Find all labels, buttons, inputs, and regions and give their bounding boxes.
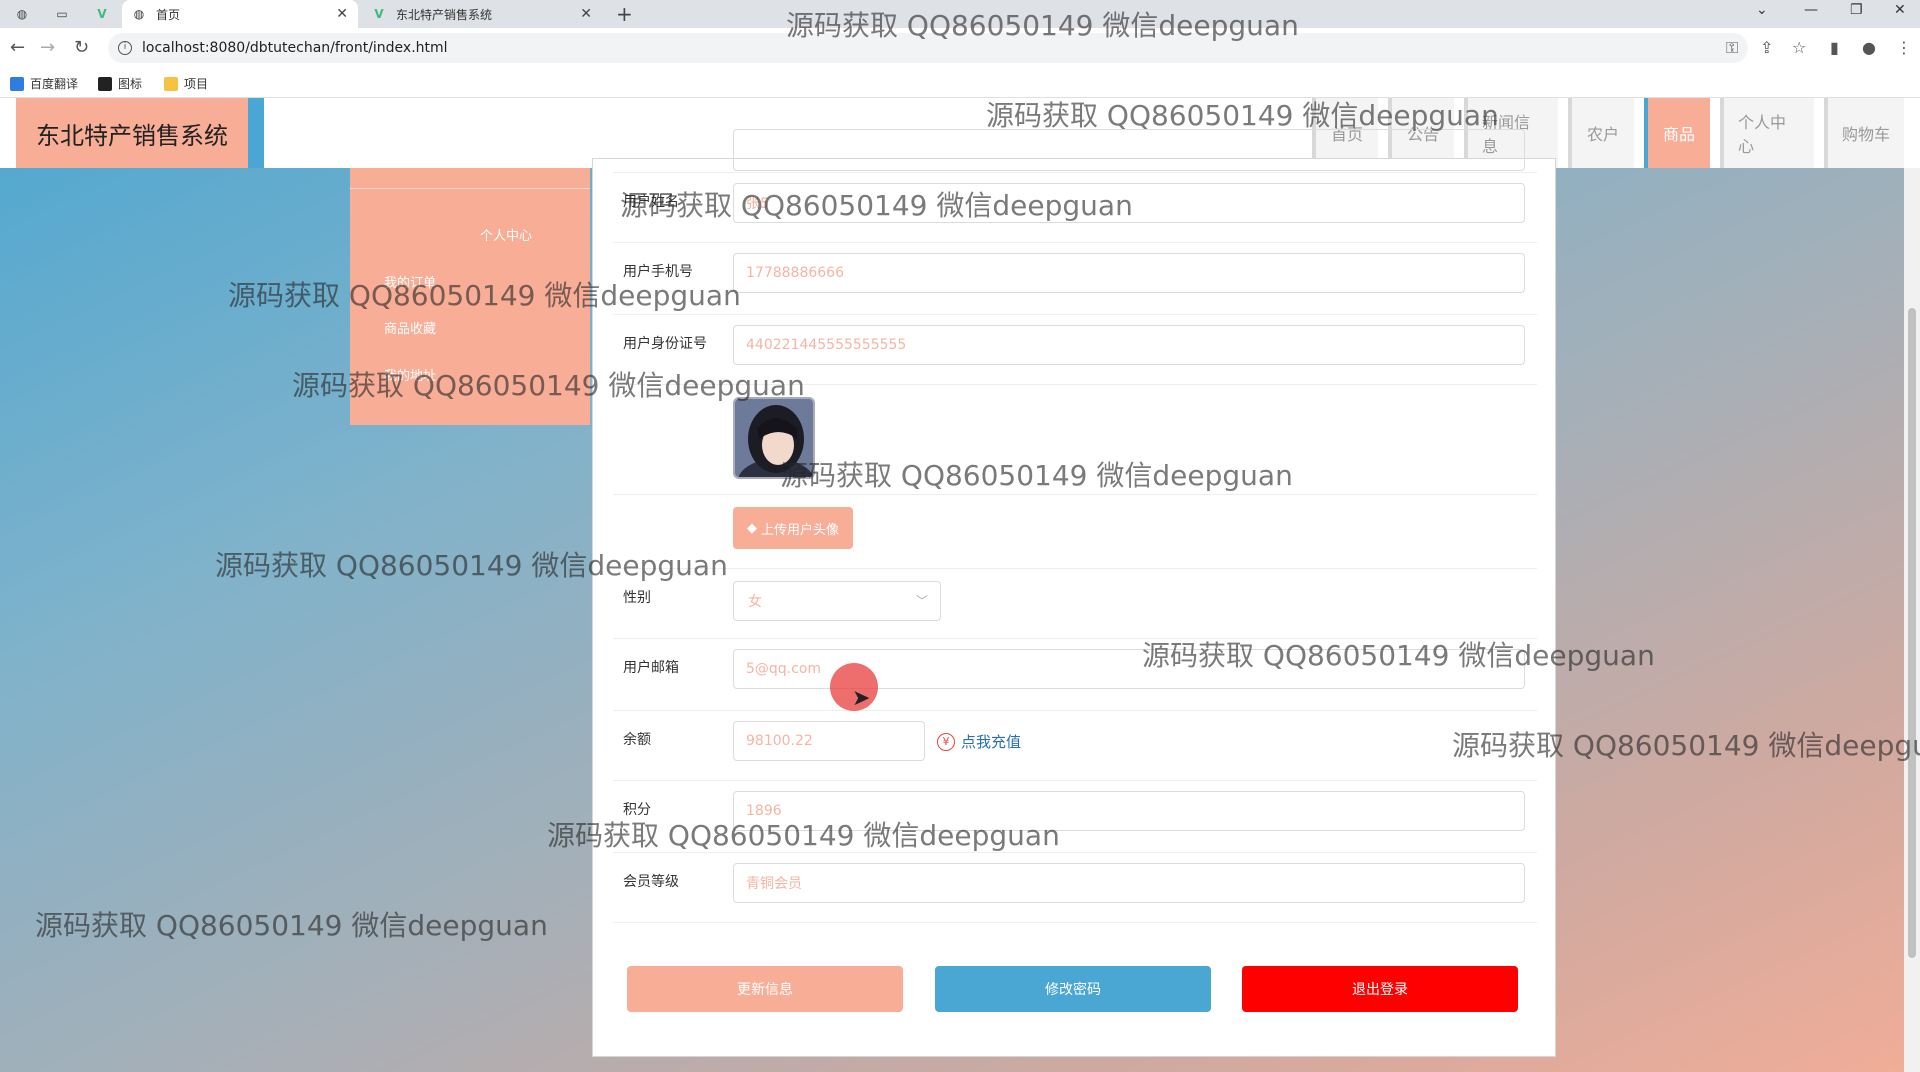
form-row-top	[613, 129, 1537, 173]
bookmark-project[interactable]: 项目	[164, 75, 208, 92]
close-window-button[interactable]: ✕	[1894, 2, 1906, 18]
balance-label: 余额	[623, 732, 651, 748]
form-row-avatar	[613, 385, 1537, 495]
cursor-icon: ➤	[852, 686, 871, 711]
sidebar-item-profile[interactable]: 个人中心	[386, 225, 626, 244]
tab-home[interactable]: ◍ 首页 ✕	[122, 0, 358, 28]
avatar[interactable]	[733, 397, 815, 479]
nav-cart[interactable]: 购物车	[1824, 98, 1904, 168]
site-logo[interactable]: 东北特产销售系统	[16, 98, 248, 168]
sidebar-menu: 个人中心 我的订单 商品收藏 我的地址	[350, 168, 590, 425]
profile-form-panel: 用户姓名 张5 用户手机号 17788886666 用户身份证号 4402214…	[592, 129, 1556, 1057]
globe-icon: ◍	[133, 7, 145, 21]
folder-icon	[164, 76, 178, 91]
bookmark-label: 百度翻译	[30, 77, 79, 91]
tab-title: 首页	[156, 7, 181, 22]
minimize-button[interactable]: —	[1804, 2, 1818, 18]
url-text: localhost:8080/dbtutechan/front/index.ht…	[142, 40, 448, 56]
level-input[interactable]: 青铜会员	[733, 863, 1525, 903]
scrollbar-thumb[interactable]	[1908, 308, 1916, 958]
chevron-down-icon[interactable]: ⌄	[1756, 2, 1768, 18]
translate-icon	[10, 76, 24, 91]
gender-label: 性别	[623, 590, 651, 606]
phone-label: 用户手机号	[623, 264, 693, 280]
form-row-name: 用户姓名 张5	[613, 173, 1537, 243]
new-tab-button[interactable]: +	[616, 2, 633, 26]
restore-button[interactable]: ❐	[1850, 2, 1863, 18]
sidebar-item-favorites[interactable]: 商品收藏	[290, 318, 530, 337]
forward-icon[interactable]: →	[40, 37, 55, 58]
update-info-button[interactable]: 更新信息	[627, 966, 903, 1012]
upload-avatar-button[interactable]: ◆ 上传用户头像	[733, 507, 853, 549]
close-icon[interactable]: ✕	[580, 6, 592, 22]
logout-button[interactable]: 退出登录	[1242, 966, 1518, 1012]
name-input[interactable]: 张5	[733, 183, 1525, 223]
points-label: 积分	[623, 802, 651, 818]
page-scrollbar[interactable]	[1904, 168, 1920, 1072]
change-password-button[interactable]: 修改密码	[935, 966, 1211, 1012]
menu-icon[interactable]: ⋮	[1896, 38, 1912, 57]
points-input[interactable]: 1896	[733, 791, 1525, 831]
upload-icon: ◆	[746, 520, 757, 536]
blank-tab-icon[interactable]: ▭	[50, 4, 74, 24]
bookmark-label: 项目	[184, 77, 209, 91]
sidepanel-icon[interactable]: ▮	[1830, 38, 1839, 57]
gender-value: 女	[748, 594, 762, 610]
star-icon[interactable]: ☆	[1792, 38, 1806, 57]
page-content: 东北特产销售系统 首页 公告 新闻信息 农户 商品 个人中心 购物车 个人中心 …	[0, 98, 1920, 1072]
address-bar-row: ← → ↻ i localhost:8080/dbtutechan/front/…	[0, 28, 1920, 68]
tab-system[interactable]: V 东北特产销售系统 ✕	[362, 0, 602, 28]
form-row-phone: 用户手机号 17788886666	[613, 243, 1537, 315]
form-row-level: 会员等级 青铜会员	[613, 853, 1537, 923]
close-icon[interactable]: ✕	[336, 6, 348, 22]
browser-tab-bar: ◍ ▭ V ◍ 首页 ✕ V 东北特产销售系统 ✕ + ⌄ — ❐ ✕	[0, 0, 1920, 28]
recharge-label: 点我充值	[961, 733, 1022, 751]
key-icon[interactable]: ⚿	[1726, 38, 1738, 58]
form-row-email: 用户邮箱 5@qq.com	[613, 639, 1537, 711]
bookmarks-bar: 百度翻译 图标 项目	[0, 68, 1920, 98]
form-row-idcard: 用户身份证号 440221445555555555	[613, 315, 1537, 385]
logo-accent-bar	[248, 98, 264, 168]
upload-label: 上传用户头像	[760, 522, 839, 538]
tab-title: 东北特产销售系统	[396, 7, 493, 22]
url-field[interactable]: i localhost:8080/dbtutechan/front/index.…	[108, 33, 1748, 63]
sidebar-item-address[interactable]: 我的地址	[290, 365, 530, 384]
back-icon[interactable]: ←	[10, 37, 25, 58]
phone-input[interactable]: 17788886666	[733, 253, 1525, 293]
reload-icon[interactable]: ↻	[74, 37, 89, 58]
info-icon[interactable]: i	[118, 41, 132, 55]
profile-icon[interactable]: ●	[1862, 38, 1876, 57]
share-icon[interactable]: ⇪	[1760, 38, 1773, 57]
balance-input[interactable]: 98100.22	[733, 721, 925, 761]
image-icon	[98, 76, 112, 91]
recharge-link[interactable]: ¥ 点我充值	[937, 731, 1021, 752]
vue-icon[interactable]: V	[90, 4, 114, 24]
email-label: 用户邮箱	[623, 660, 679, 676]
chevron-down-icon: ﹀	[915, 594, 928, 608]
logo-text: 东北特产销售系统	[36, 121, 228, 150]
globe-icon[interactable]: ◍	[10, 4, 34, 24]
avatar-image	[735, 399, 813, 477]
hidden-top-field[interactable]	[733, 129, 1525, 171]
sidebar-item-orders[interactable]: 我的订单	[290, 272, 530, 291]
form-row-balance: 余额 98100.22 ¥ 点我充值	[613, 711, 1537, 781]
yen-icon: ¥	[937, 732, 955, 751]
bookmark-translate[interactable]: 百度翻译	[10, 75, 78, 92]
form-row-points: 积分 1896	[613, 781, 1537, 853]
idcard-label: 用户身份证号	[623, 336, 707, 352]
gender-select[interactable]: 女 ﹀	[733, 581, 941, 621]
bookmark-label: 图标	[118, 77, 143, 91]
name-label: 用户姓名	[623, 194, 679, 210]
nav-products[interactable]: 商品	[1644, 98, 1710, 168]
nav-farmer[interactable]: 农户	[1568, 98, 1634, 168]
idcard-input[interactable]: 440221445555555555	[733, 325, 1525, 365]
form-row-upload: ◆ 上传用户头像	[613, 495, 1537, 569]
level-label: 会员等级	[623, 874, 679, 890]
nav-profile[interactable]: 个人中心	[1720, 98, 1814, 168]
vue-icon: V	[374, 7, 384, 21]
bookmark-icons[interactable]: 图标	[98, 75, 142, 92]
divider	[350, 188, 590, 189]
form-row-gender: 性别 女 ﹀	[613, 569, 1537, 639]
